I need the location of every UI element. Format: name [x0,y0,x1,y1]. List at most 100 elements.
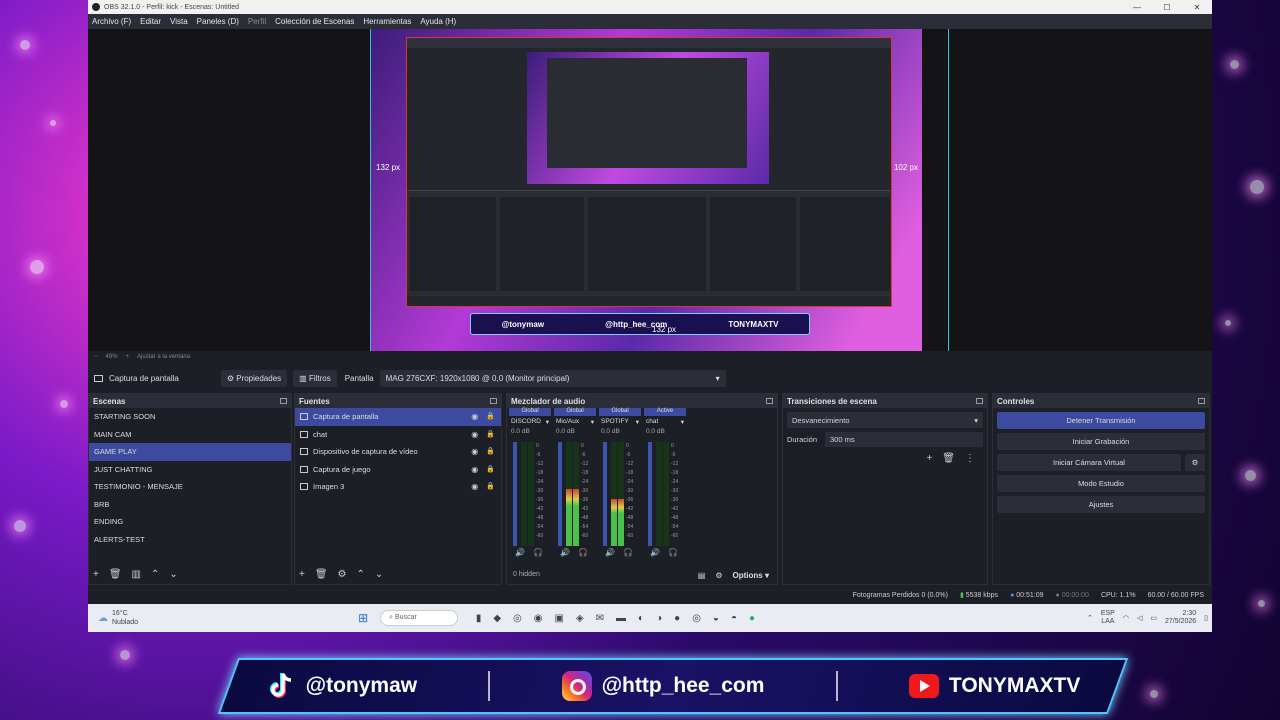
menu-file[interactable]: Archivo (F) [92,17,131,26]
app-icon[interactable]: ● [674,613,680,624]
scene-filters-icon[interactable]: ▥ [132,569,141,580]
scene-item[interactable]: TESTIMONIO - MENSAJE [89,478,291,496]
lock-icon[interactable]: 🔒 [486,430,495,439]
battery-icon[interactable]: ▭ [1150,614,1157,622]
duration-input[interactable]: 300 ms [825,432,983,447]
app-icon[interactable]: ◐ [638,613,644,624]
dock-float-icon[interactable] [490,398,497,404]
app-icon[interactable]: ◈ [576,613,584,624]
app-icon[interactable]: ◒ [713,613,719,624]
fit-window-button[interactable]: Ajustar a la ventana [137,354,190,360]
channel-select[interactable]: DISCORD ▾ [509,418,551,426]
volume-fader[interactable] [603,442,607,546]
maximize-button[interactable]: ☐ [1152,3,1182,12]
menu-scene-collection[interactable]: Colección de Escenas [275,17,354,26]
channel-select[interactable]: chat ▾ [644,418,686,426]
obs-icon[interactable]: ◎ [692,613,701,624]
remove-transition-icon[interactable]: 🗑 [942,453,955,464]
edge-icon[interactable]: ◎ [513,613,522,624]
volume-fader[interactable] [513,442,517,546]
menu-help[interactable]: Ayuda (H) [420,17,456,26]
source-item[interactable]: Captura de pantalla ◉ 🔒 [295,408,501,426]
mute-speaker-icon[interactable]: 🔊 [560,548,570,557]
app-icon[interactable]: ◆ [493,613,501,624]
virtual-camera-button[interactable]: Iniciar Cámara Virtual [997,454,1181,471]
volume-icon[interactable]: ◁ [1137,614,1142,622]
visibility-eye-icon[interactable]: ◉ [471,430,478,439]
tray-chevron-icon[interactable]: ⌃ [1087,614,1093,622]
scene-item[interactable]: STARTING SOON [89,408,291,426]
menu-profile[interactable]: Perfil [248,17,266,26]
scene-item[interactable]: MAIN CAM [89,426,291,444]
lock-icon[interactable]: 🔒 [486,412,495,421]
menu-docks[interactable]: Paneles (D) [197,17,239,26]
move-up-icon[interactable]: ⌃ [357,569,365,580]
preview-canvas[interactable]: @tonymaw @http_hee_com TONYMAXTV 132 px … [370,29,922,351]
mixer-advanced-icon[interactable]: ⚙ [715,571,722,580]
mute-speaker-icon[interactable]: 🔊 [515,548,525,557]
dock-float-icon[interactable] [1198,398,1205,404]
monitor-headphones-icon[interactable]: 🎧 [533,548,543,557]
source-item[interactable]: chat ◉ 🔒 [295,426,501,444]
channel-select[interactable]: SPOTIFY ▾ [599,418,641,426]
filters-button[interactable]: ▥ Filtros [293,369,337,387]
preview-area[interactable]: @tonymaw @http_hee_com TONYMAXTV 132 px … [88,29,1212,351]
dock-float-icon[interactable] [976,398,983,404]
folder-icon[interactable]: ▬ [616,613,626,624]
screen-select[interactable]: MAG 276CXF: 1920x1080 @ 0,0 (Monitor pri… [379,369,726,387]
monitor-headphones-icon[interactable]: 🎧 [623,548,633,557]
app-icon[interactable]: ◑ [656,613,662,624]
source-item[interactable]: Captura de juego ◉ 🔒 [295,461,501,479]
minimize-button[interactable]: — [1122,3,1152,12]
app-icon[interactable]: ▮ [476,613,482,624]
zoom-out-icon[interactable]: − [94,354,98,360]
volume-fader[interactable] [648,442,652,546]
stop-stream-button[interactable]: Detener Transmisión [997,412,1205,429]
studio-mode-button[interactable]: Modo Estudio [997,475,1205,492]
start-recording-button[interactable]: Iniciar Grabación [997,433,1205,450]
source-settings-icon[interactable]: ⚙ [338,569,347,580]
mail-icon[interactable]: ✉ [596,613,604,624]
move-down-icon[interactable]: ⌄ [169,569,177,580]
scene-item[interactable]: BRB [89,496,291,514]
dock-float-icon[interactable] [766,398,773,404]
lock-icon[interactable]: 🔒 [486,465,495,474]
source-item[interactable]: Dispositivo de captura de vídeo ◉ 🔒 [295,443,501,461]
scene-item[interactable]: GAME PLAY [89,443,291,461]
menu-edit[interactable]: Editar [140,17,161,26]
lock-icon[interactable]: 🔒 [486,482,495,491]
channel-select[interactable]: Mic/Aux ▾ [554,418,596,426]
transition-menu-icon[interactable]: ⋮ [965,453,975,464]
settings-button[interactable]: Ajustes [997,496,1205,513]
visibility-eye-icon[interactable]: ◉ [471,465,478,474]
app-icon[interactable]: ◓ [731,613,737,624]
windows-start-icon[interactable]: ⊞ [358,611,368,625]
add-transition-icon[interactable]: + [926,453,932,464]
visibility-eye-icon[interactable]: ◉ [471,412,478,421]
weather-widget[interactable]: 16°C Nublado [112,609,138,627]
add-scene-icon[interactable]: + [93,569,99,580]
menu-view[interactable]: Vista [170,17,188,26]
wifi-icon[interactable]: ◠ [1123,614,1129,622]
properties-button[interactable]: ⚙ Propiedades [220,369,288,387]
scene-item[interactable]: JUST CHATTING [89,461,291,479]
close-button[interactable]: ✕ [1182,3,1212,12]
language-indicator[interactable]: ESP LAA [1101,610,1115,626]
mixer-layout-icon[interactable]: ▤ [698,571,706,580]
clock[interactable]: 2:30 27/5/2026 [1165,610,1196,626]
monitor-headphones-icon[interactable]: 🎧 [578,548,588,557]
source-item[interactable]: Imagen 3 ◉ 🔒 [295,478,501,496]
virtual-camera-settings-icon[interactable]: ⚙ [1185,454,1205,471]
monitor-headphones-icon[interactable]: 🎧 [668,548,678,557]
app-icon[interactable]: ▣ [555,613,564,624]
add-source-icon[interactable]: + [299,569,305,580]
visibility-eye-icon[interactable]: ◉ [471,447,478,456]
dock-float-icon[interactable] [280,398,287,404]
remove-source-icon[interactable]: 🗑 [315,569,328,580]
app-icon[interactable]: ◉ [534,613,543,624]
notification-icon[interactable]: ▯ [1204,614,1208,622]
taskbar-search[interactable]: ⌕ Buscar [380,610,458,626]
transition-select[interactable]: Desvanecimiento ▾ [787,412,983,428]
move-up-icon[interactable]: ⌃ [151,569,159,580]
menu-tools[interactable]: Herramientas [363,17,411,26]
